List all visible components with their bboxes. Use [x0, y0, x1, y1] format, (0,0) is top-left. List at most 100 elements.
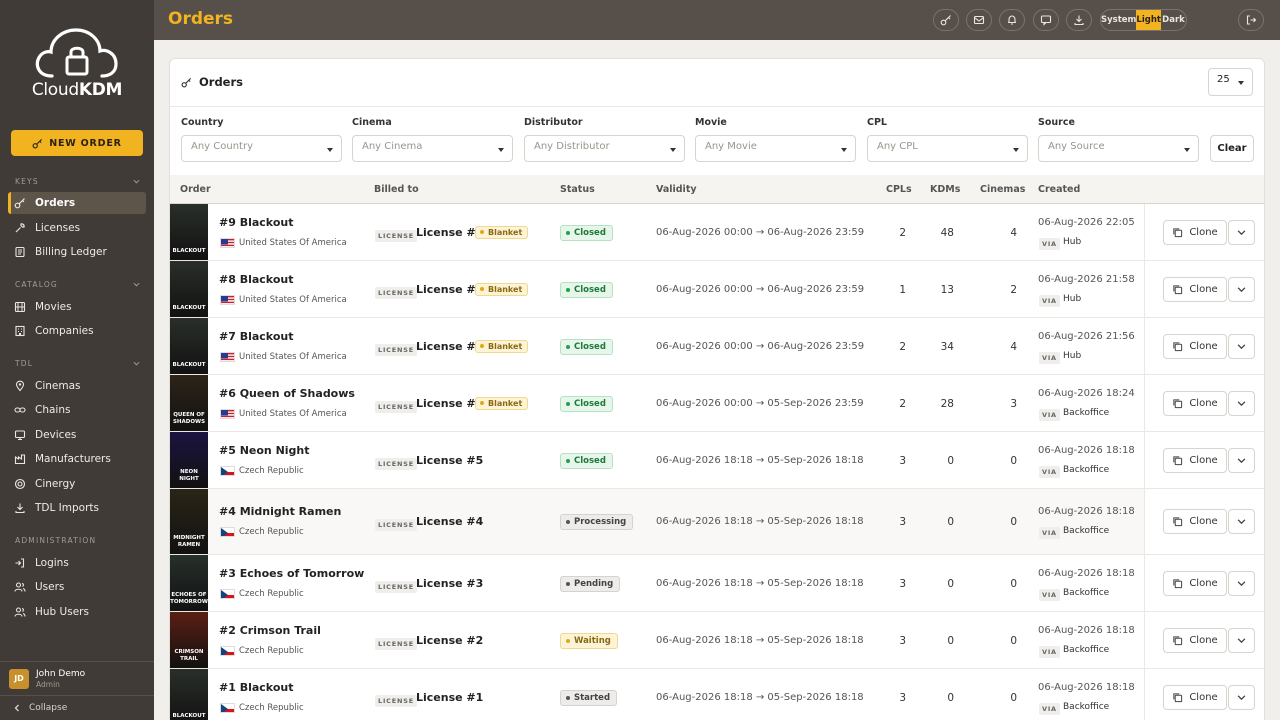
col-created[interactable]: Created	[1038, 184, 1080, 195]
nav-section-header[interactable]: KEYS	[15, 177, 140, 186]
order-title[interactable]: #1 Blackout	[219, 681, 293, 694]
nav-section-header[interactable]: TDL	[15, 359, 140, 368]
cinemas-count: 0	[1010, 691, 1017, 704]
order-title[interactable]: #2 Crimson Trail	[219, 624, 321, 637]
table-row[interactable]: BLACKOUT #1 Blackout Czech Republic LICE…	[170, 669, 1264, 720]
license-link[interactable]: License #1	[416, 226, 483, 239]
theme-light-option[interactable]: Light	[1136, 10, 1161, 30]
clone-button[interactable]: Clone	[1163, 276, 1227, 302]
sidebar-item-companies[interactable]: Companies	[8, 320, 146, 342]
clone-button[interactable]: Clone	[1163, 570, 1227, 596]
row-menu-button[interactable]	[1228, 570, 1255, 596]
sidebar-item-hub-users[interactable]: Hub Users	[8, 601, 146, 623]
sidebar-item-devices[interactable]: Devices	[8, 424, 146, 446]
order-title[interactable]: #8 Blackout	[219, 273, 293, 286]
license-link[interactable]: License #4	[416, 515, 483, 528]
license-link[interactable]: License #1	[416, 283, 483, 296]
table-row[interactable]: QUEEN OF SHADOWS #6 Queen of Shadows Uni…	[170, 375, 1264, 432]
page-size-select[interactable]: 25	[1208, 68, 1253, 96]
row-menu-button[interactable]	[1228, 447, 1255, 473]
table-row[interactable]: BLACKOUT #7 Blackout United States Of Am…	[170, 318, 1264, 375]
flag-icon	[220, 351, 235, 362]
clone-button[interactable]: Clone	[1163, 333, 1227, 359]
clone-button[interactable]: Clone	[1163, 219, 1227, 245]
messages-button[interactable]	[966, 9, 992, 31]
cloudkdm-logo[interactable]: CloudKDM	[30, 26, 124, 104]
sidebar-item-tdl-imports[interactable]: TDL Imports	[8, 497, 146, 519]
clone-button[interactable]: Clone	[1163, 447, 1227, 473]
row-menu-button[interactable]	[1228, 509, 1255, 534]
sidebar-item-movies[interactable]: Movies	[8, 296, 146, 318]
keys-button[interactable]	[933, 9, 959, 31]
sidebar-item-users[interactable]: Users	[8, 576, 146, 598]
order-title[interactable]: #3 Echoes of Tomorrow	[219, 567, 364, 580]
table-row[interactable]: MIDNIGHT RAMEN #4 Midnight Ramen Czech R…	[170, 489, 1264, 555]
row-menu-button[interactable]	[1228, 219, 1255, 245]
order-title[interactable]: #5 Neon Night	[219, 444, 310, 457]
cinema-select[interactable]: Any Cinema	[352, 135, 513, 162]
clone-button[interactable]: Clone	[1163, 684, 1227, 710]
license-link[interactable]: License #5	[416, 454, 483, 467]
col-billed-to[interactable]: Billed to	[374, 184, 419, 195]
license-link[interactable]: License #1	[416, 691, 483, 704]
license-link[interactable]: License #2	[416, 634, 483, 647]
col-cpls[interactable]: CPLs	[886, 184, 912, 195]
sidebar-item-label: Hub Users	[35, 606, 89, 618]
sidebar-item-logins[interactable]: Logins	[8, 552, 146, 574]
clone-button[interactable]: Clone	[1163, 627, 1227, 653]
sidebar-item-orders[interactable]: Orders	[8, 192, 146, 214]
country-select[interactable]: Any Country	[181, 135, 342, 162]
order-title[interactable]: #4 Midnight Ramen	[219, 505, 341, 518]
via-tag: VIA	[1039, 588, 1060, 601]
sidebar-item-cinergy[interactable]: Cinergy	[8, 473, 146, 495]
license-link[interactable]: License #1	[416, 340, 483, 353]
col-kdms[interactable]: KDMs	[930, 184, 960, 195]
filter-label: Cinema	[352, 117, 392, 128]
clear-filters-button[interactable]: Clear	[1210, 135, 1254, 162]
nav-section-header[interactable]: CATALOG	[15, 280, 140, 289]
logout-button[interactable]	[1238, 9, 1264, 31]
order-title[interactable]: #9 Blackout	[219, 216, 293, 229]
source-select[interactable]: Any Source	[1038, 135, 1199, 162]
order-source: Backoffice	[1063, 526, 1110, 536]
table-row[interactable]: NEON NIGHT #5 Neon Night Czech Republic …	[170, 432, 1264, 489]
notifications-button[interactable]	[999, 9, 1025, 31]
cinemas-count: 0	[1010, 634, 1017, 647]
sidebar-item-billing-ledger[interactable]: Billing Ledger	[8, 241, 146, 263]
table-row[interactable]: BLACKOUT #9 Blackout United States Of Am…	[170, 204, 1264, 261]
theme-system-option[interactable]: System	[1101, 10, 1136, 30]
sidebar-item-label: Cinergy	[35, 478, 76, 490]
col-cinemas[interactable]: Cinemas	[980, 184, 1025, 195]
cpl-select[interactable]: Any CPL	[867, 135, 1028, 162]
sidebar-item-cinemas[interactable]: Cinemas	[8, 375, 146, 397]
order-title[interactable]: #6 Queen of Shadows	[219, 387, 355, 400]
user-menu[interactable]: JD John Demo Admin	[0, 661, 154, 695]
table-row[interactable]: ECHOES OF TOMORROW #3 Echoes of Tomorrow…	[170, 555, 1264, 612]
table-row[interactable]: CRIMSON TRAIL #2 Crimson Trail Czech Rep…	[170, 612, 1264, 669]
row-menu-button[interactable]	[1228, 684, 1255, 710]
table-row[interactable]: BLACKOUT #8 Blackout United States Of Am…	[170, 261, 1264, 318]
distributor-select[interactable]: Any Distributor	[524, 135, 685, 162]
col-status[interactable]: Status	[560, 184, 595, 195]
sidebar-item-chains[interactable]: Chains	[8, 399, 146, 421]
sidebar-item-licenses[interactable]: Licenses	[8, 217, 146, 239]
col-validity[interactable]: Validity	[656, 184, 697, 195]
row-menu-button[interactable]	[1228, 627, 1255, 653]
row-menu-button[interactable]	[1228, 333, 1255, 359]
col-order[interactable]: Order	[180, 184, 211, 195]
license-link[interactable]: License #8	[416, 397, 483, 410]
theme-dark-option[interactable]: Dark	[1161, 10, 1186, 30]
license-link[interactable]: License #3	[416, 577, 483, 590]
clone-button[interactable]: Clone	[1163, 390, 1227, 416]
key-icon	[940, 15, 951, 26]
row-menu-button[interactable]	[1228, 390, 1255, 416]
sidebar-item-manufacturers[interactable]: Manufacturers	[8, 448, 146, 470]
announcements-button[interactable]	[1033, 9, 1059, 31]
row-menu-button[interactable]	[1228, 276, 1255, 302]
movie-select[interactable]: Any Movie	[695, 135, 856, 162]
download-button[interactable]	[1066, 9, 1092, 31]
collapse-sidebar-button[interactable]: Collapse	[0, 695, 154, 720]
clone-button[interactable]: Clone	[1163, 509, 1227, 534]
new-order-button[interactable]: NEW ORDER	[11, 130, 143, 156]
order-title[interactable]: #7 Blackout	[219, 330, 293, 343]
